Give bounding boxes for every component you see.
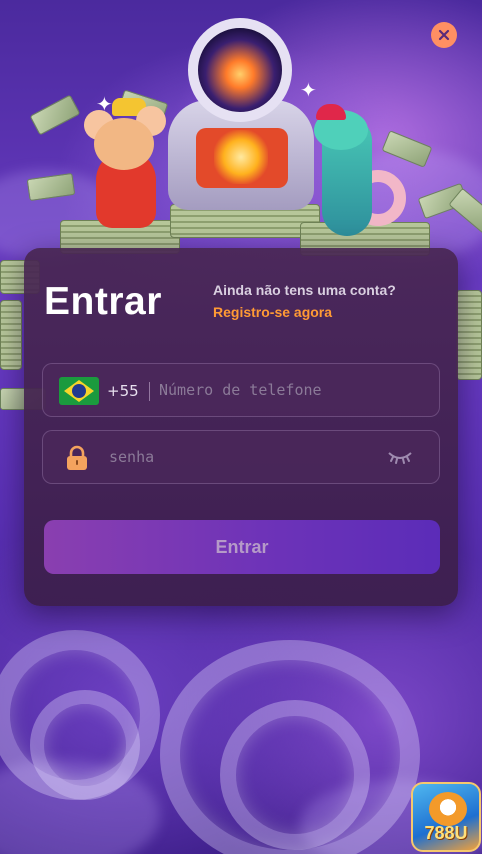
lock-icon	[67, 445, 87, 470]
register-link[interactable]: Registro-se agora	[213, 304, 332, 320]
divider	[149, 382, 150, 401]
page-title: Entrar	[44, 280, 162, 323]
eye-closed-icon[interactable]	[387, 448, 413, 466]
country-code[interactable]: +55	[107, 382, 139, 400]
tiger-icon	[429, 792, 467, 826]
brazil-flag-icon[interactable]	[59, 377, 99, 405]
login-button[interactable]: Entrar	[44, 520, 440, 574]
password-field	[42, 430, 440, 484]
phone-input[interactable]	[159, 364, 429, 416]
login-card: Entrar Ainda não tens uma conta? Registr…	[24, 248, 458, 606]
password-input[interactable]	[109, 431, 379, 483]
close-icon	[438, 29, 450, 41]
badge-text: 788U	[424, 823, 468, 843]
app-badge[interactable]: 788U	[411, 782, 481, 852]
phone-field: +55	[42, 363, 440, 417]
close-button[interactable]	[431, 22, 457, 48]
no-account-text: Ainda não tens uma conta?	[213, 282, 396, 298]
